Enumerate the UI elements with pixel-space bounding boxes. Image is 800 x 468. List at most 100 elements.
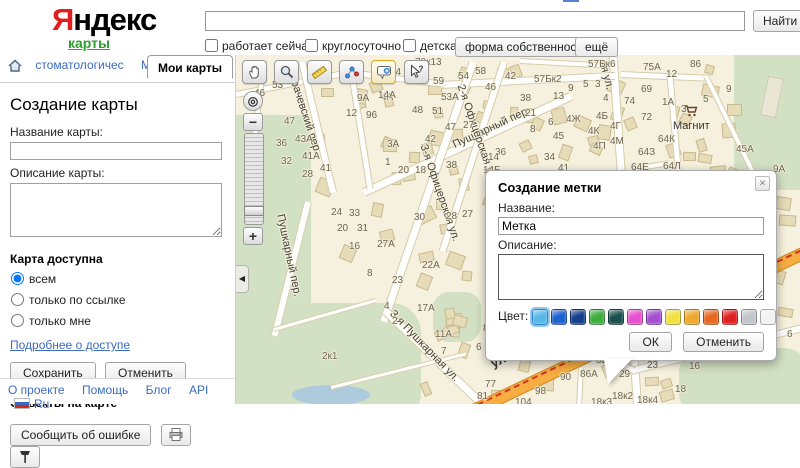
color-swatch-0[interactable] xyxy=(532,309,548,325)
house-number: 4П xyxy=(593,141,606,152)
yandex-logo[interactable]: Яндекс xyxy=(52,2,156,38)
logo-rest: ндекс xyxy=(73,2,156,37)
color-swatch-2[interactable] xyxy=(570,309,586,325)
house-number: 46 xyxy=(485,82,496,93)
house-number: 16 xyxy=(689,361,700,372)
map-desc-label: Описание карты: xyxy=(10,166,225,180)
ruler-tool-button[interactable] xyxy=(307,60,332,84)
house-number: 38 xyxy=(520,93,531,104)
house-number: 9 xyxy=(726,84,732,95)
poi-magnit[interactable]: Магнит xyxy=(673,105,710,132)
placemark-name-input[interactable] xyxy=(498,217,764,235)
footer-about-link[interactable]: О проекте xyxy=(8,383,65,397)
color-swatch-3[interactable] xyxy=(589,309,605,325)
house-number: 12 xyxy=(666,69,677,80)
route-tool-button[interactable] xyxy=(339,60,364,84)
access-option-me[interactable]: только мне xyxy=(10,314,225,328)
find-button[interactable]: Найти xyxy=(753,10,800,32)
house-number: 12 xyxy=(346,108,357,119)
house-number: 43А xyxy=(295,134,313,145)
color-swatch-12[interactable] xyxy=(760,309,776,325)
house-number: 27 xyxy=(463,120,474,131)
footer-blog-link[interactable]: Блог xyxy=(146,383,172,397)
placemark-desc-textarea[interactable] xyxy=(498,254,764,300)
building xyxy=(683,152,697,162)
access-radio-me[interactable] xyxy=(11,314,24,327)
popup-cancel-button[interactable]: Отменить xyxy=(683,332,764,352)
color-swatch-11[interactable] xyxy=(741,309,757,325)
color-swatch-6[interactable] xyxy=(646,309,662,325)
close-icon[interactable]: ✕ xyxy=(755,176,770,191)
home-icon[interactable] xyxy=(8,59,22,75)
tab-my-maps[interactable]: Мои карты xyxy=(147,55,233,79)
house-number: 18к4 xyxy=(637,395,658,404)
house-number: 4 xyxy=(384,301,390,312)
house-number: 32 xyxy=(281,156,292,167)
tab-search-results[interactable]: стоматологичес xyxy=(35,58,123,72)
house-number: 59 xyxy=(433,76,444,87)
house-number: 74 xyxy=(624,96,635,107)
color-swatch-9[interactable] xyxy=(703,309,719,325)
house-number: 90 xyxy=(560,372,571,383)
map-name-input[interactable] xyxy=(10,142,222,160)
zoom-control: ◎ − + xyxy=(243,91,263,247)
zoom-out-button[interactable]: − xyxy=(243,113,263,131)
color-swatch-5[interactable] xyxy=(627,309,643,325)
access-radio-all[interactable] xyxy=(11,272,24,285)
inspect-tool-button[interactable]: ? xyxy=(404,60,429,84)
printer-icon xyxy=(168,431,184,445)
house-number: 2к1 xyxy=(322,351,338,362)
zoom-region-button[interactable]: ◎ xyxy=(243,91,263,111)
filter-around-clock[interactable]: круглосуточно xyxy=(305,39,401,53)
popup-title: Создание метки xyxy=(498,180,764,195)
svg-text:?: ? xyxy=(419,65,424,74)
placemark-tool-button[interactable] xyxy=(10,446,40,468)
house-number: 8 xyxy=(367,268,373,279)
color-picker: Цвет: xyxy=(498,309,764,325)
works-now-checkbox[interactable] xyxy=(205,39,218,52)
sidebar-collapse-handle[interactable]: ◀ xyxy=(236,265,249,293)
zoom-area-tool-button[interactable] xyxy=(274,60,299,84)
report-error-button[interactable]: Сообщить об ошибке xyxy=(10,424,151,446)
color-swatch-4[interactable] xyxy=(608,309,624,325)
zoom-slider[interactable] xyxy=(244,133,264,225)
building xyxy=(704,64,715,75)
footer-help-link[interactable]: Помощь xyxy=(82,383,128,397)
popup-tail xyxy=(604,359,632,384)
house-number: 28 xyxy=(302,169,313,180)
maps-link[interactable]: карты xyxy=(68,35,110,51)
ok-button[interactable]: ОК xyxy=(629,332,671,352)
around-clock-checkbox[interactable] xyxy=(305,39,318,52)
house-number: 69 xyxy=(641,84,652,95)
building xyxy=(623,116,637,131)
language-label[interactable]: Ru xyxy=(34,397,49,411)
children-checkbox[interactable] xyxy=(403,39,416,52)
color-swatch-8[interactable] xyxy=(684,309,700,325)
footer-api-link[interactable]: API xyxy=(189,383,208,397)
color-swatch-10[interactable] xyxy=(722,309,738,325)
house-number: 23 xyxy=(392,275,403,286)
house-number: 9 xyxy=(568,83,574,94)
add-placemark-tool-button[interactable] xyxy=(371,60,396,84)
logo-ya: Я xyxy=(52,2,73,37)
color-swatch-1[interactable] xyxy=(551,309,567,325)
print-button[interactable] xyxy=(161,424,191,446)
building xyxy=(775,196,792,211)
access-radio-link[interactable] xyxy=(11,293,24,306)
map-canvas[interactable]: Пушкарный пер.Пушкарный пер.Карачевский … xyxy=(236,55,800,404)
access-option-all[interactable]: всем xyxy=(10,272,225,286)
zoom-in-button[interactable]: + xyxy=(243,227,263,245)
access-option-link[interactable]: только по ссылке xyxy=(10,293,225,307)
hand-tool-button[interactable] xyxy=(242,60,267,84)
placemark-desc-label: Описание: xyxy=(498,238,764,252)
search-input[interactable] xyxy=(205,11,745,31)
house-number: 20 xyxy=(337,223,348,234)
color-swatch-7[interactable] xyxy=(665,309,681,325)
map-desc-textarea[interactable] xyxy=(10,183,222,237)
house-number: 23 xyxy=(647,360,658,371)
access-details-link[interactable]: Подробнее о доступе xyxy=(10,338,130,352)
filter-works-now[interactable]: работает сейчас xyxy=(205,39,314,53)
zoom-slider-handle[interactable] xyxy=(244,206,264,216)
more-filters-button[interactable]: ещё xyxy=(575,37,618,57)
top-cutoff-link[interactable] xyxy=(563,0,579,2)
